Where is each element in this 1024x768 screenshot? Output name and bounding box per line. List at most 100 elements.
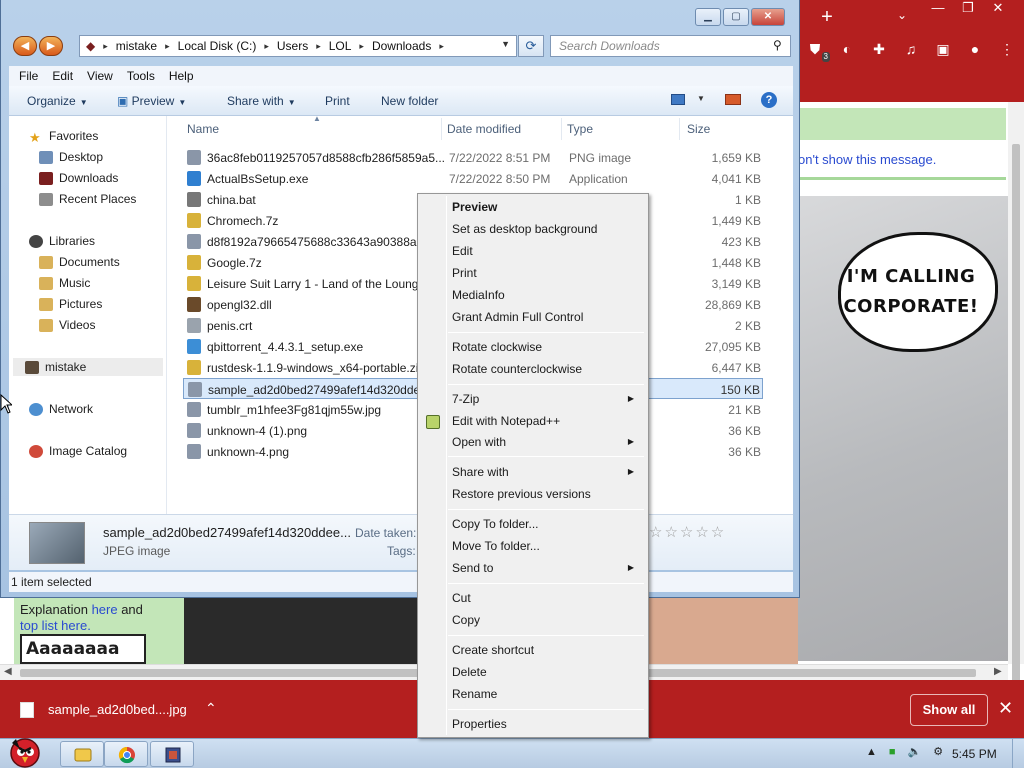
- new-tab-button[interactable]: +: [818, 6, 836, 28]
- explanation-link[interactable]: here: [92, 602, 118, 617]
- menu-item-open-with[interactable]: Open with ▶: [452, 432, 642, 452]
- nav-favorites[interactable]: ★ Favorites: [29, 127, 98, 145]
- chrome-taskbar-button[interactable]: [104, 741, 148, 767]
- side-panel-icon[interactable]: ▣: [934, 40, 952, 58]
- nav-image-catalog[interactable]: Image Catalog: [29, 442, 127, 460]
- change-view-icon[interactable]: [671, 94, 685, 105]
- chevron-down-icon[interactable]: ▼: [697, 94, 705, 103]
- menu-item-print[interactable]: Print: [452, 263, 642, 283]
- menu-help[interactable]: Help: [169, 69, 194, 83]
- nav-mistake[interactable]: mistake: [13, 358, 163, 376]
- breadcrumb-chevron-icon[interactable]: ▸: [103, 41, 108, 52]
- menu-item-grant-admin[interactable]: Grant Admin Full Control: [452, 307, 642, 327]
- file-row[interactable]: 36ac8feb0119257057d8588cfb286f5859a5... 7…: [183, 147, 763, 168]
- refresh-button[interactable]: ⟳: [518, 35, 544, 57]
- breadcrumb-chevron-icon[interactable]: ▸: [264, 41, 269, 52]
- nav-pictures[interactable]: Pictures: [39, 295, 102, 313]
- chevron-up-icon[interactable]: ⌃: [205, 700, 217, 717]
- nav-downloads[interactable]: Downloads: [39, 169, 118, 187]
- breadcrumb-chevron-icon[interactable]: ▸: [165, 41, 170, 52]
- new-folder-button[interactable]: New folder: [381, 94, 438, 108]
- scroll-left-icon[interactable]: ◀: [4, 666, 12, 677]
- column-header-type[interactable]: Type: [567, 122, 593, 136]
- scream-comic-thumb[interactable]: Aaaaaaaa: [20, 634, 146, 664]
- app-taskbar-button[interactable]: [150, 741, 194, 767]
- column-header-name[interactable]: Name: [187, 122, 219, 136]
- menu-file[interactable]: File: [19, 69, 38, 83]
- menu-item-rotate-clockwise[interactable]: Rotate clockwise: [452, 337, 642, 357]
- download-item[interactable]: sample_ad2d0bed....jpg: [48, 702, 187, 717]
- menu-item-delete[interactable]: Delete: [452, 662, 642, 682]
- nav-recent-places[interactable]: Recent Places: [39, 190, 136, 208]
- maximize-button[interactable]: ▢: [723, 8, 749, 26]
- preview-pane-icon[interactable]: [725, 94, 741, 105]
- close-button[interactable]: ✕: [751, 8, 785, 26]
- breadcrumb-downloads[interactable]: Downloads: [372, 39, 431, 53]
- breadcrumb-local-disk[interactable]: Local Disk (C:): [178, 39, 257, 53]
- menu-item-send-to[interactable]: Send to ▶: [452, 558, 642, 578]
- menu-edit[interactable]: Edit: [52, 69, 73, 83]
- tray-app-icon[interactable]: ⚙: [933, 745, 943, 758]
- column-header-date[interactable]: Date modified: [447, 122, 521, 136]
- breadcrumb-chevron-icon[interactable]: ▸: [439, 41, 444, 52]
- vertical-scrollbar[interactable]: [1008, 102, 1024, 754]
- back-button[interactable]: ◀: [13, 36, 37, 56]
- start-button[interactable]: [2, 733, 48, 768]
- puzzle-icon[interactable]: ✚: [870, 40, 888, 58]
- address-bar[interactable]: ◆ ▸ mistake ▸ Local Disk (C:) ▸ Users ▸ …: [79, 35, 517, 57]
- minimize-button[interactable]: ▁: [695, 8, 721, 26]
- dismiss-message-link[interactable]: on't show this message.: [798, 144, 1006, 180]
- show-all-button[interactable]: Show all: [910, 694, 988, 726]
- rating-stars[interactable]: ☆☆☆☆☆: [649, 523, 726, 541]
- search-icon[interactable]: ⚲: [773, 38, 782, 52]
- tray-expand-icon[interactable]: ▲: [866, 746, 877, 758]
- search-input[interactable]: Search Downloads: [550, 35, 791, 57]
- menu-item-7zip[interactable]: 7-Zip ▶: [452, 389, 642, 409]
- breadcrumb-mistake[interactable]: mistake: [116, 39, 157, 53]
- breadcrumb-chevron-icon[interactable]: ▸: [359, 41, 364, 52]
- address-dropdown-icon[interactable]: ▼: [501, 39, 510, 49]
- nav-music[interactable]: Music: [39, 274, 90, 292]
- menu-item-cut[interactable]: Cut: [452, 588, 642, 608]
- nav-videos[interactable]: Videos: [39, 316, 95, 334]
- taskbar-clock[interactable]: 5:45 PM: [952, 747, 997, 761]
- print-button[interactable]: Print: [325, 94, 350, 108]
- preview-button[interactable]: ▣ Preview ▼: [117, 94, 186, 108]
- nav-libraries[interactable]: Libraries: [29, 232, 95, 250]
- close-icon[interactable]: ✕: [998, 698, 1013, 719]
- network-tray-icon[interactable]: ■: [889, 746, 896, 758]
- menu-item-set-desktop-background[interactable]: Set as desktop background: [452, 219, 642, 239]
- flag-extension-icon[interactable]: ◐: [838, 40, 856, 58]
- breadcrumb-lol[interactable]: LOL: [329, 39, 352, 53]
- media-control-icon[interactable]: ♫: [902, 40, 920, 58]
- show-desktop-button[interactable]: [1012, 739, 1024, 768]
- profile-avatar-icon[interactable]: ●: [966, 40, 984, 58]
- minimize-icon[interactable]: —: [928, 0, 948, 20]
- forward-button[interactable]: ▶: [39, 36, 63, 56]
- share-with-button[interactable]: Share with ▼: [227, 94, 296, 108]
- nav-documents[interactable]: Documents: [39, 253, 120, 271]
- nav-desktop[interactable]: Desktop: [39, 148, 103, 166]
- ublock-extension-icon[interactable]: ⛊ 3: [806, 40, 830, 62]
- menu-tools[interactable]: Tools: [127, 69, 155, 83]
- menu-item-edit-notepad-plus-plus[interactable]: Edit with Notepad++: [452, 411, 642, 431]
- menu-item-rotate-counterclockwise[interactable]: Rotate counterclockwise: [452, 359, 642, 379]
- volume-icon[interactable]: 🔈: [908, 745, 922, 758]
- explorer-taskbar-button[interactable]: [60, 741, 104, 767]
- close-icon[interactable]: ✕: [988, 0, 1008, 20]
- menu-item-copy[interactable]: Copy: [452, 610, 642, 630]
- menu-item-edit[interactable]: Edit: [452, 241, 642, 261]
- file-row[interactable]: ActualBsSetup.exe 7/22/2022 8:50 PM Applic…: [183, 168, 763, 189]
- menu-item-preview[interactable]: Preview: [452, 197, 642, 217]
- menu-item-rename[interactable]: Rename: [452, 684, 642, 704]
- restore-icon[interactable]: ❐: [958, 0, 978, 20]
- breadcrumb-users[interactable]: Users: [277, 39, 308, 53]
- menu-item-share-with[interactable]: Share with ▶: [452, 462, 642, 482]
- breadcrumb-chevron-icon[interactable]: ▸: [316, 41, 321, 52]
- menu-item-move-to-folder[interactable]: Move To folder...: [452, 536, 642, 556]
- menu-view[interactable]: View: [87, 69, 113, 83]
- column-header-size[interactable]: Size: [687, 122, 710, 136]
- menu-item-create-shortcut[interactable]: Create shortcut: [452, 640, 642, 660]
- menu-item-restore-previous-versions[interactable]: Restore previous versions: [452, 484, 642, 504]
- menu-item-copy-to-folder[interactable]: Copy To folder...: [452, 514, 642, 534]
